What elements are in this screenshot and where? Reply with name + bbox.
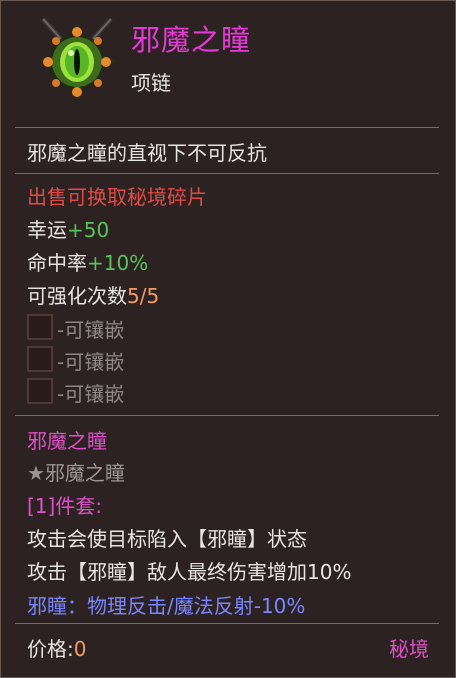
item-type: 项链 — [131, 71, 171, 95]
set-piece-name: ★邪魔之瞳 — [27, 461, 125, 485]
price: 价格:0 — [27, 633, 86, 662]
price-label: 价格: — [27, 637, 74, 661]
set-special-effect: 邪瞳：物理反击/魔法反射-10% — [27, 594, 306, 618]
item-tooltip: 邪魔之瞳 项链 邪魔之瞳的直视下不可反抗 出售可换取秘境碎片 幸运+50 命中率… — [0, 0, 456, 678]
set-name: 邪魔之瞳 — [27, 429, 107, 453]
empty-socket — [27, 314, 53, 340]
stat-label: 命中率 — [27, 251, 87, 275]
divider — [15, 415, 439, 416]
set-effect: 攻击【邪瞳】敌人最终伤害增加10% — [27, 560, 352, 584]
divider — [15, 173, 439, 174]
socket-label: -可镶嵌 — [57, 318, 125, 342]
empty-socket — [27, 378, 53, 404]
item-source: 秘境 — [389, 637, 429, 661]
set-piece-count: [1]件套: — [27, 494, 103, 518]
empty-socket — [27, 346, 53, 372]
green-eye-necklace-icon — [31, 15, 123, 107]
stat-value: +10% — [87, 251, 149, 275]
divider — [15, 127, 439, 128]
enhance-label: 可强化次数 — [27, 284, 127, 308]
divider — [15, 623, 439, 624]
tooltip-header: 邪魔之瞳 项链 — [1, 1, 455, 127]
sell-note: 出售可换取秘境碎片 — [27, 185, 207, 209]
item-name: 邪魔之瞳 — [131, 23, 252, 57]
socket-label: -可镶嵌 — [57, 382, 125, 406]
stat-label: 幸运 — [27, 218, 67, 242]
socket-label: -可镶嵌 — [57, 350, 125, 374]
price-value: 0 — [73, 637, 87, 661]
stat-hit-rate: 命中率+10% — [27, 247, 148, 276]
stat-value: +50 — [67, 218, 110, 242]
stat-luck: 幸运+50 — [27, 214, 109, 243]
set-effect: 攻击会使目标陷入【邪瞳】状态 — [27, 527, 307, 551]
item-description: 邪魔之瞳的直视下不可反抗 — [27, 141, 267, 165]
enhance-count: 可强化次数5/5 — [27, 280, 159, 309]
enhance-value: 5/5 — [127, 284, 160, 308]
